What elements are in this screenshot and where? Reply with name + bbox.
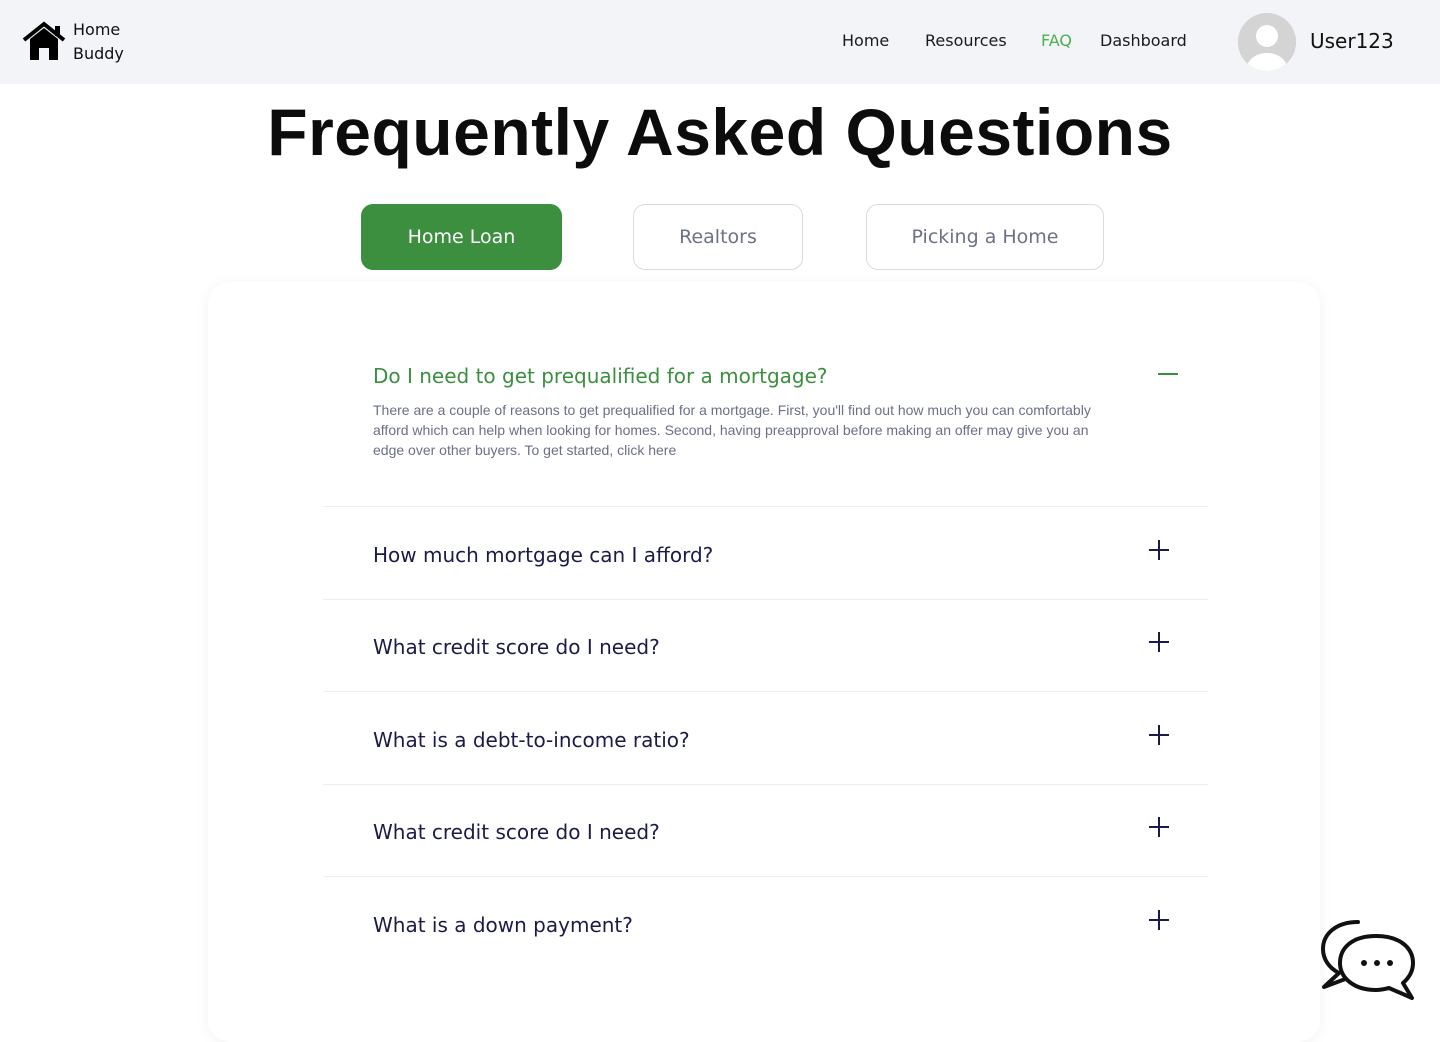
tab-realtors[interactable]: Realtors	[633, 204, 803, 270]
plus-icon[interactable]	[1149, 910, 1169, 930]
tab-home-loan[interactable]: Home Loan	[361, 204, 562, 270]
faq-question[interactable]: How much mortgage can I afford?	[373, 543, 713, 567]
avatar[interactable]	[1238, 13, 1296, 71]
faq-divider	[323, 784, 1208, 785]
page-title: Frequently Asked Questions	[267, 95, 1173, 169]
plus-icon[interactable]	[1149, 540, 1169, 560]
minus-icon[interactable]	[1158, 373, 1178, 375]
faq-question[interactable]: What credit score do I need?	[373, 635, 660, 659]
nav-home[interactable]: Home	[842, 31, 889, 50]
faq-question-open[interactable]: Do I need to get prequalified for a mort…	[373, 364, 828, 388]
house-icon	[22, 21, 66, 60]
faq-divider	[323, 691, 1208, 692]
faq-question[interactable]: What is a down payment?	[373, 913, 633, 937]
user-avatar-icon	[1238, 13, 1296, 71]
logo-line-1: Home	[73, 20, 121, 39]
nav-faq[interactable]: FAQ	[1041, 31, 1072, 50]
nav-dashboard[interactable]: Dashboard	[1100, 31, 1187, 50]
faq-question[interactable]: What is a debt-to-income ratio?	[373, 728, 690, 752]
tab-label: Home Loan	[407, 226, 516, 248]
nav-resources[interactable]: Resources	[925, 31, 1007, 50]
plus-icon[interactable]	[1149, 632, 1169, 652]
tab-label: Picking a Home	[911, 226, 1059, 248]
tab-label: Realtors	[679, 226, 757, 248]
faq-divider	[323, 506, 1208, 507]
logo[interactable]: Home Buddy	[22, 18, 124, 66]
top-navbar: Home Buddy Home Resources FAQ Dashboard …	[0, 0, 1440, 84]
faq-divider	[323, 876, 1208, 877]
plus-icon[interactable]	[1149, 817, 1169, 837]
logo-line-2: Buddy	[73, 44, 124, 63]
faq-divider	[323, 599, 1208, 600]
logo-text: Home Buddy	[73, 18, 124, 66]
chat-bubbles-icon[interactable]	[1318, 914, 1418, 1004]
plus-icon[interactable]	[1149, 725, 1169, 745]
faq-question[interactable]: What credit score do I need?	[373, 820, 660, 844]
username[interactable]: User123	[1310, 29, 1394, 53]
tab-picking-a-home[interactable]: Picking a Home	[866, 204, 1104, 270]
faq-answer: There are a couple of reasons to get pre…	[373, 402, 1091, 458]
